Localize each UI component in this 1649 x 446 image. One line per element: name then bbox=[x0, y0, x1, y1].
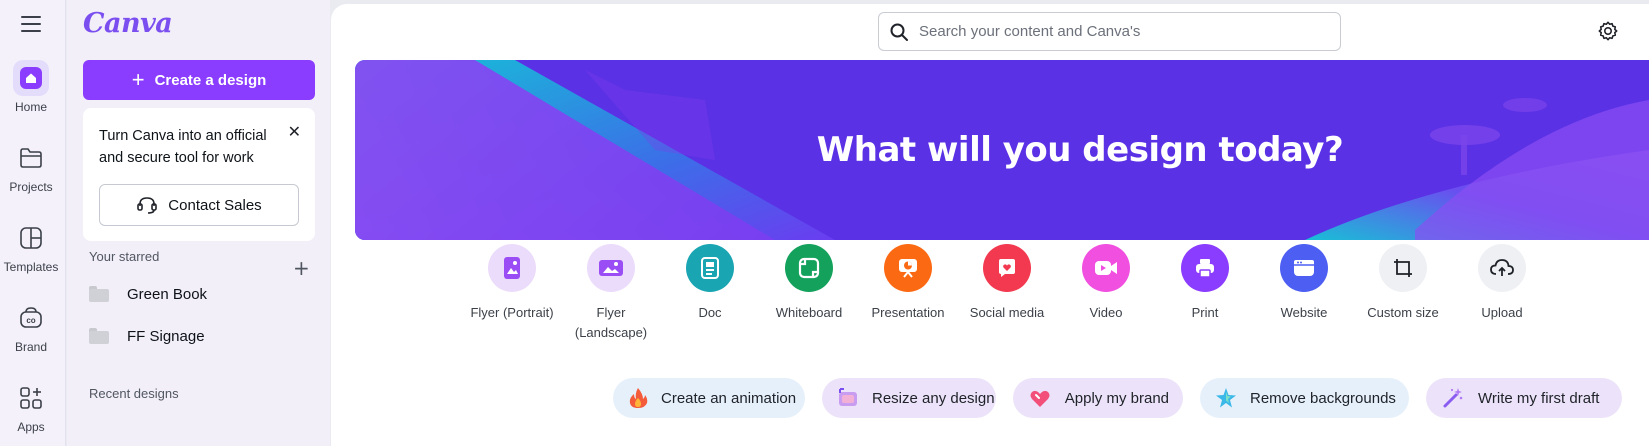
folder-icon bbox=[89, 328, 109, 344]
close-icon[interactable]: ✕ bbox=[288, 122, 301, 141]
design-type-website[interactable]: Website bbox=[1254, 244, 1354, 323]
star-sparkle-icon bbox=[1214, 385, 1238, 411]
brand-icon: co bbox=[13, 300, 49, 336]
rail-item-templates[interactable]: Templates bbox=[0, 220, 62, 274]
chip-label: Create an animation bbox=[661, 389, 797, 407]
starred-title: Your starred bbox=[89, 249, 160, 264]
chip-label: Write my first draft bbox=[1478, 389, 1600, 407]
chip-apply-brand[interactable]: Apply my brand bbox=[1013, 378, 1183, 418]
rail-item-home[interactable]: Home bbox=[0, 60, 62, 114]
resize-icon bbox=[836, 385, 860, 411]
templates-icon bbox=[13, 220, 49, 256]
contact-sales-button[interactable]: Contact Sales bbox=[99, 184, 299, 226]
design-type-label: Presentation bbox=[871, 305, 945, 320]
presentation-icon bbox=[884, 244, 932, 292]
magic-wand-icon bbox=[1440, 385, 1466, 411]
menu-icon[interactable] bbox=[21, 16, 41, 32]
left-rail: Home Projects Templates co Brand Apps bbox=[0, 0, 66, 446]
design-type-label: Video bbox=[1089, 305, 1123, 320]
folder-icon bbox=[13, 140, 49, 176]
custom-size-icon bbox=[1379, 244, 1427, 292]
flyer-landscape-icon bbox=[587, 244, 635, 292]
video-icon bbox=[1082, 244, 1130, 292]
flame-icon bbox=[627, 385, 649, 411]
design-type-label: Whiteboard bbox=[775, 305, 843, 320]
heart-icon bbox=[1027, 385, 1053, 411]
design-type-video[interactable]: Video bbox=[1056, 244, 1156, 323]
contact-sales-label: Contact Sales bbox=[168, 196, 262, 214]
svg-text:co: co bbox=[26, 316, 35, 325]
website-icon bbox=[1280, 244, 1328, 292]
headset-icon bbox=[137, 197, 158, 214]
main-content: What will you design today? Flyer (Portr… bbox=[331, 4, 1649, 446]
create-design-label: Create a design bbox=[154, 71, 267, 89]
design-type-label: Flyer (Portrait) bbox=[470, 305, 554, 320]
design-type-presentation[interactable]: Presentation bbox=[858, 244, 958, 323]
design-type-label: Upload bbox=[1481, 305, 1523, 320]
promo-card: Turn Canva into an official and secure t… bbox=[83, 108, 315, 241]
design-type-upload[interactable]: Upload bbox=[1452, 244, 1552, 323]
home-icon bbox=[13, 60, 49, 96]
upload-cloud-icon bbox=[1478, 244, 1526, 292]
design-type-print[interactable]: Print bbox=[1155, 244, 1255, 323]
design-type-custom-size[interactable]: Custom size bbox=[1353, 244, 1453, 323]
chip-label: Apply my brand bbox=[1064, 389, 1169, 407]
print-icon bbox=[1181, 244, 1229, 292]
rail-label-templates: Templates bbox=[3, 260, 59, 274]
design-type-label: Flyer (Landscape) bbox=[574, 305, 648, 340]
side-panel: Canva + Create a design Turn Canva into … bbox=[67, 0, 330, 446]
chip-write-first-draft[interactable]: Write my first draft bbox=[1426, 378, 1622, 418]
recent-designs-title: Recent designs bbox=[89, 386, 179, 401]
create-design-button[interactable]: + Create a design bbox=[83, 60, 315, 100]
design-type-flyer-landscape[interactable]: Flyer (Landscape) bbox=[561, 244, 661, 343]
starred-item-label: Green Book bbox=[127, 285, 208, 303]
starred-item-green-book[interactable]: Green Book bbox=[89, 278, 309, 310]
search-input[interactable] bbox=[919, 23, 1319, 40]
design-type-label: Doc bbox=[698, 305, 722, 320]
design-type-flyer-portrait[interactable]: Flyer (Portrait) bbox=[462, 244, 562, 323]
design-type-label: Social media bbox=[969, 305, 1045, 320]
rail-item-apps[interactable]: Apps bbox=[0, 380, 62, 434]
design-type-label: Print bbox=[1191, 305, 1219, 320]
rail-item-brand[interactable]: co Brand bbox=[0, 300, 62, 354]
canva-logo[interactable]: Canva bbox=[83, 8, 173, 39]
chip-create-animation[interactable]: Create an animation bbox=[613, 378, 805, 418]
hero-title: What will you design today? bbox=[816, 130, 1344, 170]
flyer-portrait-icon bbox=[488, 244, 536, 292]
chip-label: Remove backgrounds bbox=[1250, 389, 1396, 407]
plus-icon: + bbox=[131, 67, 145, 92]
design-type-whiteboard[interactable]: Whiteboard bbox=[759, 244, 859, 323]
gear-icon[interactable] bbox=[1597, 20, 1619, 46]
design-type-label: Website bbox=[1280, 305, 1328, 320]
rail-label-apps: Apps bbox=[17, 420, 45, 434]
starred-item-ff-signage[interactable]: FF Signage bbox=[89, 320, 309, 352]
starred-item-label: FF Signage bbox=[127, 327, 205, 345]
search-icon bbox=[890, 23, 908, 41]
folder-icon bbox=[89, 286, 109, 302]
social-media-icon bbox=[983, 244, 1031, 292]
chip-resize-design[interactable]: Resize any design bbox=[822, 378, 996, 418]
hero-banner: What will you design today? bbox=[355, 60, 1649, 240]
whiteboard-icon bbox=[785, 244, 833, 292]
apps-icon bbox=[13, 380, 49, 416]
rail-item-projects[interactable]: Projects bbox=[0, 140, 62, 194]
design-type-social-media[interactable]: Social media bbox=[957, 244, 1057, 323]
rail-label-brand: Brand bbox=[14, 340, 48, 354]
rail-label-home: Home bbox=[14, 100, 47, 114]
rail-label-projects: Projects bbox=[9, 180, 53, 194]
promo-text: Turn Canva into an official and secure t… bbox=[99, 128, 267, 166]
design-type-doc[interactable]: Doc bbox=[660, 244, 760, 323]
chip-label: Resize any design bbox=[872, 389, 995, 407]
chip-remove-backgrounds[interactable]: Remove backgrounds bbox=[1200, 378, 1409, 418]
design-type-label: Custom size bbox=[1367, 305, 1439, 320]
doc-icon bbox=[686, 244, 734, 292]
add-starred-icon[interactable]: + bbox=[293, 258, 310, 278]
search-bar[interactable] bbox=[878, 12, 1341, 51]
